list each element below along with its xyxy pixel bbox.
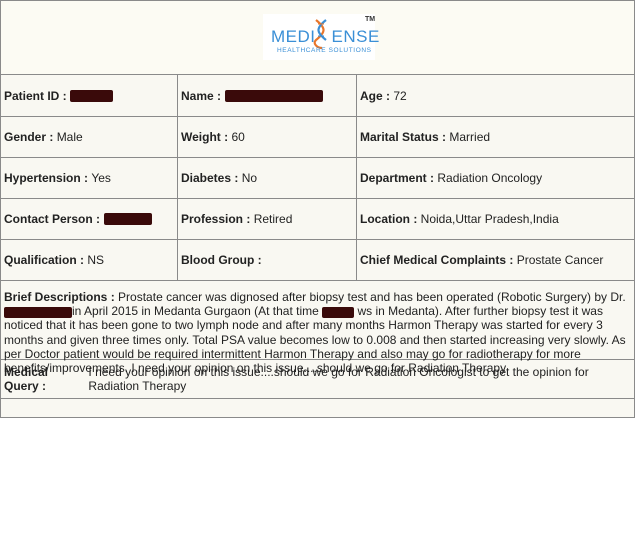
dna-helix-icon (313, 19, 327, 50)
medisense-logo: MEDI ENSE TM HEALTHCARE SOLUTIONS (263, 14, 379, 60)
weight-label: Weight : (181, 130, 229, 144)
marital-status-value: Married (449, 130, 491, 144)
department-value: Radiation Oncology (437, 171, 543, 185)
redacted-patient-id (69, 89, 113, 102)
location-value: Noida,Uttar Pradesh,India (420, 212, 559, 226)
hypertension-cell: Hypertension : Yes (1, 158, 178, 198)
redacted-text (322, 306, 355, 318)
medical-query: Medical Query : I need your opinion on t… (1, 360, 634, 399)
blood-group-label: Blood Group : (181, 253, 262, 267)
qualification-cell: Qualification : NS (1, 240, 178, 280)
chief-complaints-cell: Chief Medical Complaints : Prostate Canc… (357, 240, 634, 280)
department-label: Department : (360, 171, 435, 185)
trademark-mark: TM (365, 16, 376, 23)
name-label: Name : (181, 88, 222, 103)
blood-group-cell: Blood Group : (178, 240, 357, 280)
brief-description-text-1: Prostate cancer was dignosed after biops… (118, 290, 626, 304)
contact-person-cell: Contact Person : (1, 199, 178, 239)
department-cell: Department : Radiation Oncology (357, 158, 634, 198)
profession-label: Profession : (181, 212, 251, 226)
table-row: Qualification : NS Blood Group : Chief M… (1, 240, 634, 281)
location-cell: Location : Noida,Uttar Pradesh,India (357, 199, 634, 239)
profession-value: Retired (253, 212, 293, 226)
contact-person-label: Contact Person : (4, 212, 101, 226)
table-row: Patient ID : Name : Age : 72 (1, 75, 634, 117)
medical-query-value: I need your opinion on this issue....sho… (88, 365, 589, 393)
hypertension-value: Yes (91, 171, 111, 185)
table-row: Gender : Male Weight : 60 Marital Status… (1, 117, 634, 158)
gender-value: Male (56, 130, 83, 144)
brief-description: Brief Descriptions : Prostate cancer was… (1, 281, 634, 375)
chief-complaints-label: Chief Medical Complaints : (360, 253, 514, 267)
redacted-name (225, 89, 324, 102)
hypertension-label: Hypertension : (4, 171, 89, 185)
logo-tagline: HEALTHCARE SOLUTIONS (277, 47, 372, 54)
table-row: Contact Person : Profession : Retired Lo… (1, 199, 634, 240)
qualification-value: NS (87, 253, 105, 267)
redacted-doctor-name (4, 306, 72, 318)
patient-record-sheet: MEDI ENSE TM HEALTHCARE SOLUTIONS Patient… (0, 0, 635, 418)
weight-value: 60 (231, 130, 245, 144)
marital-status-label: Marital Status : (360, 130, 447, 144)
patient-details-grid: Patient ID : Name : Age : 72 Gender : Ma… (1, 75, 634, 281)
name-cell: Name : (178, 75, 357, 116)
patient-id-label: Patient ID : (4, 88, 67, 103)
age-cell: Age : 72 (357, 75, 634, 116)
brief-description-text-2: in April 2015 in Medanta Gurgaon (At tha… (72, 304, 319, 319)
diabetes-label: Diabetes : (181, 171, 239, 185)
weight-cell: Weight : 60 (178, 117, 357, 157)
diabetes-value: No (241, 171, 258, 185)
header: MEDI ENSE TM HEALTHCARE SOLUTIONS (1, 1, 634, 75)
age-value: 72 (393, 88, 407, 103)
age-label: Age : (360, 88, 390, 103)
diabetes-cell: Diabetes : No (178, 158, 357, 198)
brief-description-label: Brief Descriptions : (4, 290, 115, 304)
gender-label: Gender : (4, 130, 54, 144)
patient-id-cell: Patient ID : (1, 75, 178, 116)
profession-cell: Profession : Retired (178, 199, 357, 239)
redacted-contact-person (104, 213, 153, 225)
marital-status-cell: Marital Status : Married (357, 117, 634, 157)
medical-query-label: Medical Query : (4, 365, 49, 393)
location-label: Location : (360, 212, 418, 226)
table-row: Hypertension : Yes Diabetes : No Departm… (1, 158, 634, 199)
gender-cell: Gender : Male (1, 117, 178, 157)
chief-complaints-value: Prostate Cancer (516, 253, 604, 267)
qualification-label: Qualification : (4, 253, 85, 267)
